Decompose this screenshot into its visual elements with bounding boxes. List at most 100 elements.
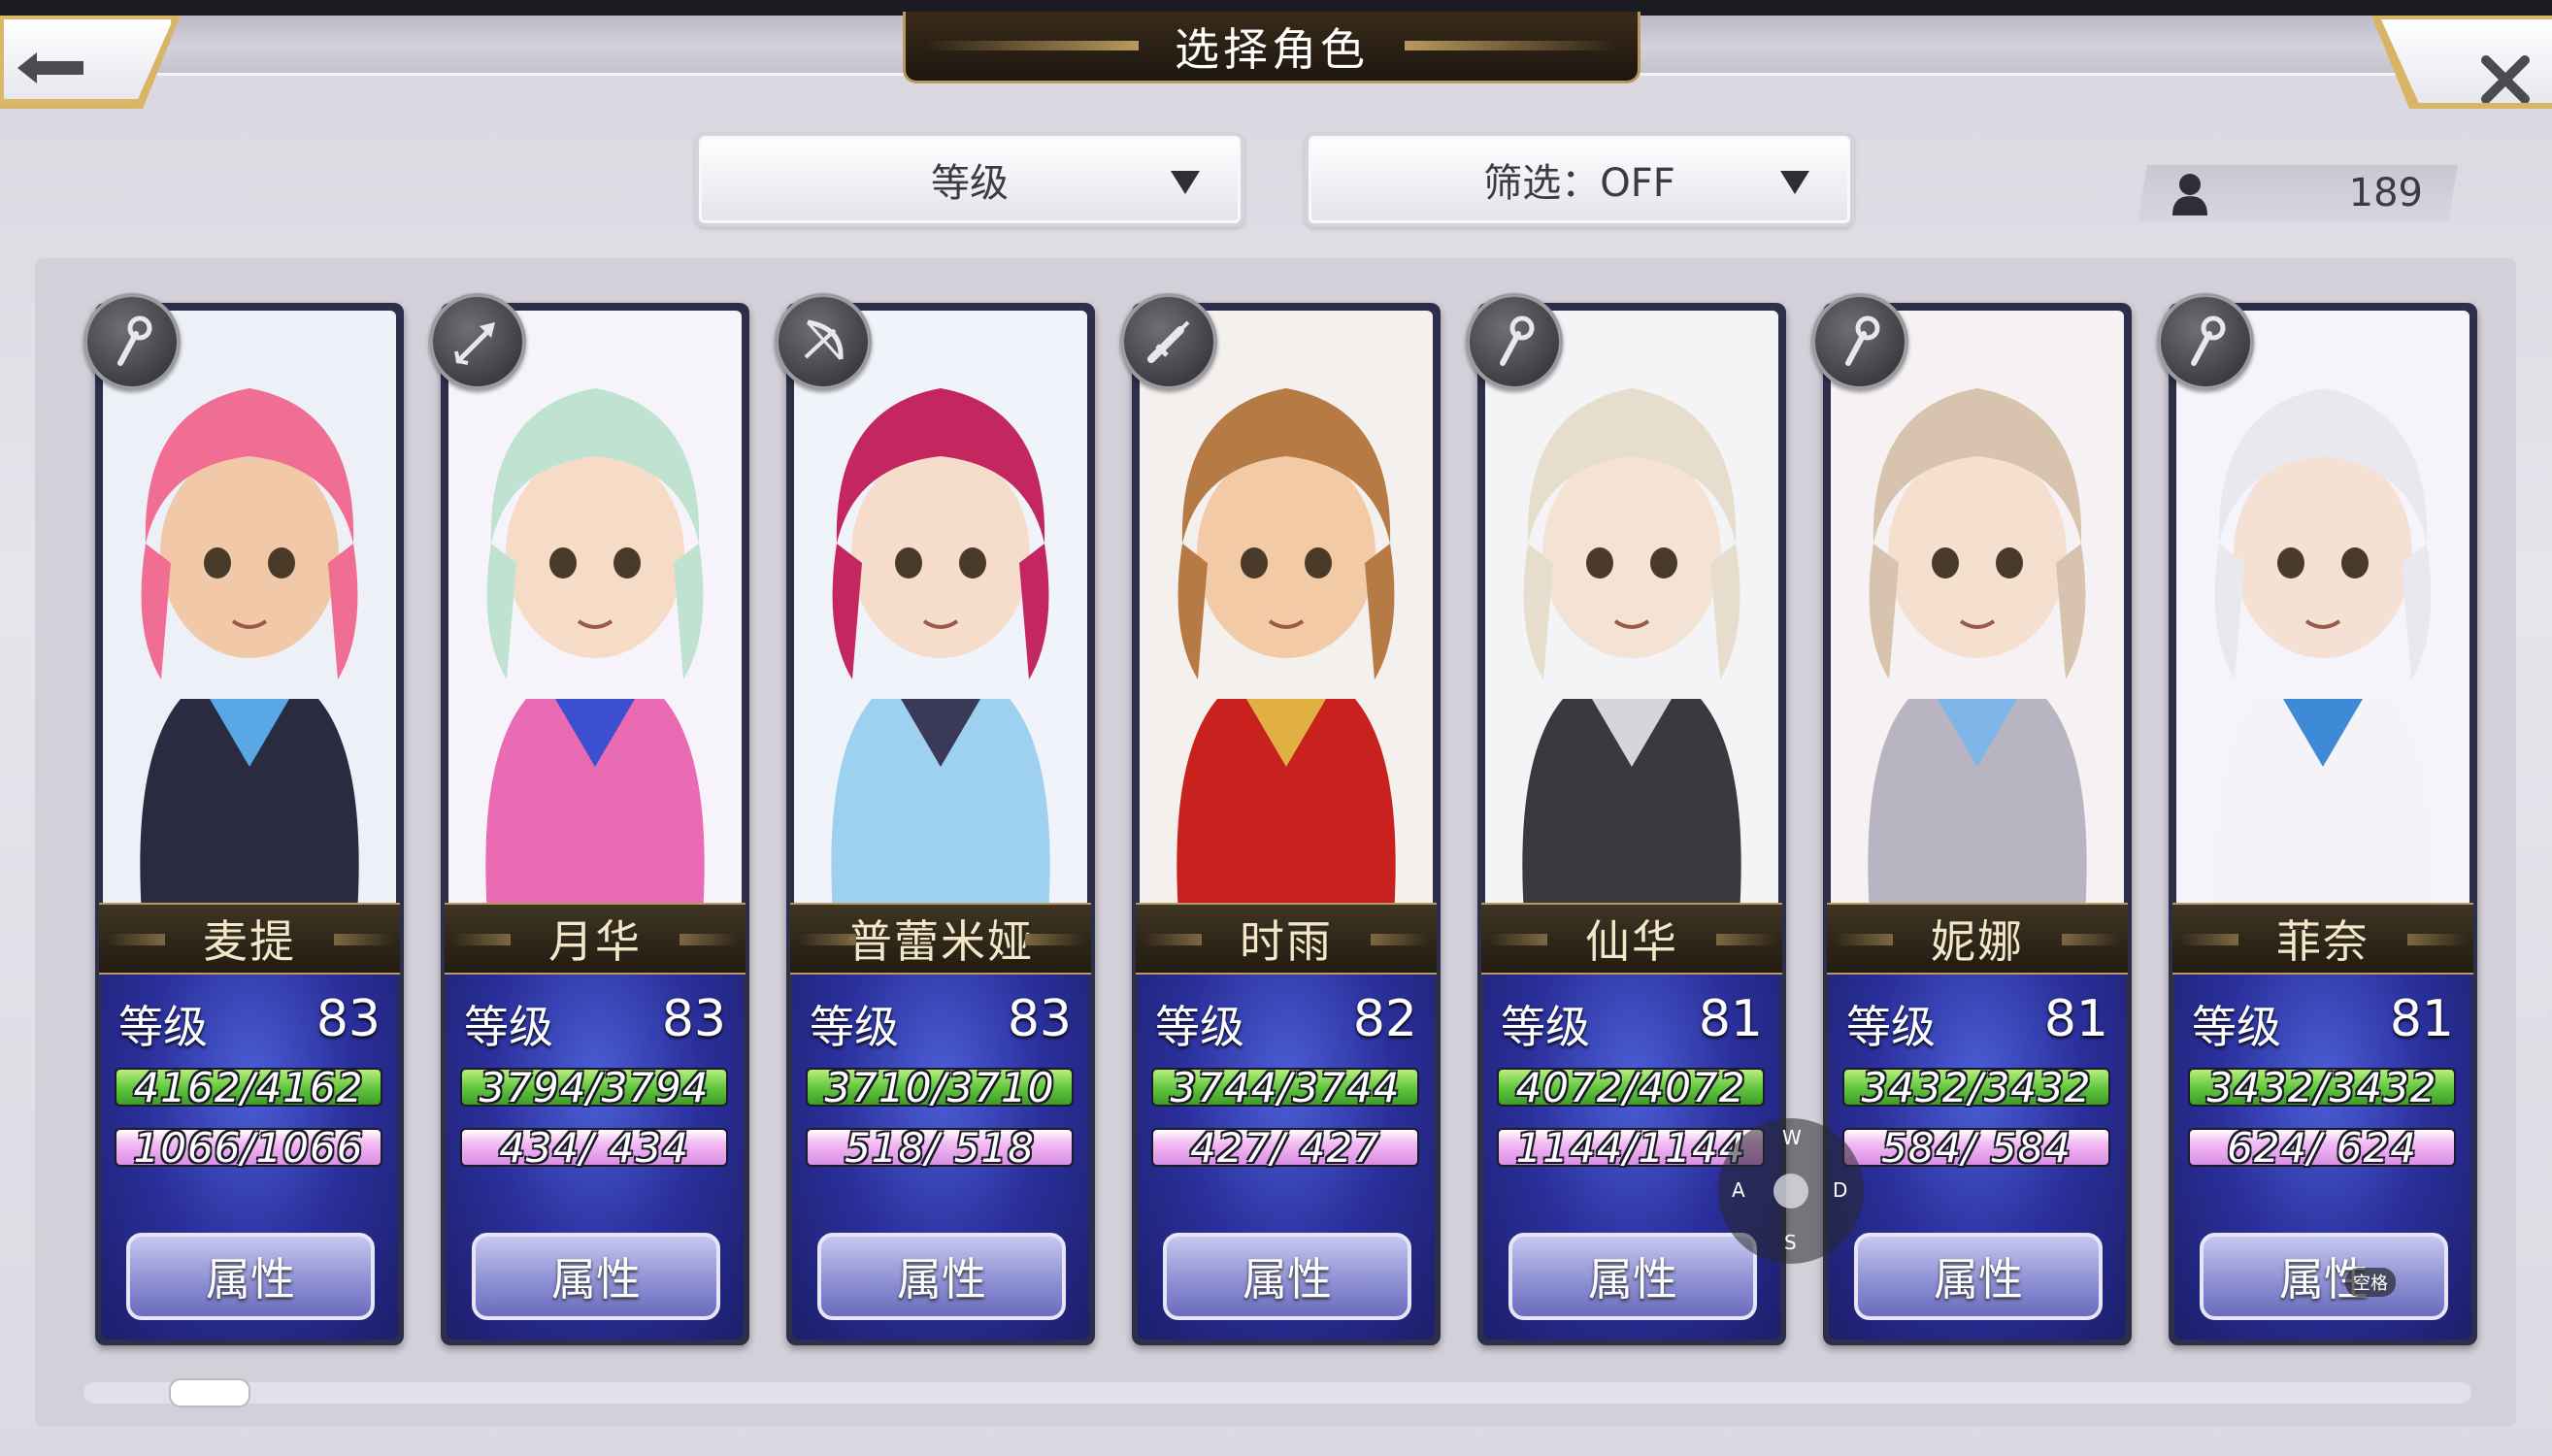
class-badge bbox=[1811, 293, 1908, 390]
chevron-down-icon bbox=[1780, 171, 1809, 194]
title-ornament-right bbox=[1405, 41, 1618, 50]
horizontal-scrollbar-thumb[interactable] bbox=[169, 1378, 250, 1407]
attributes-button-label: 属性 bbox=[206, 1253, 295, 1306]
character-name-bar: 仙华 bbox=[1481, 903, 1782, 975]
character-portrait bbox=[103, 311, 396, 914]
character-portrait bbox=[1485, 311, 1778, 914]
mp-value: 518/ 518 bbox=[845, 1124, 1035, 1172]
staff-icon bbox=[117, 315, 152, 366]
back-arrow-icon bbox=[17, 52, 83, 83]
arrow-icon bbox=[454, 322, 495, 365]
character-name: 月华 bbox=[548, 915, 642, 968]
sort-dropdown-label: 等级 bbox=[931, 161, 1009, 206]
level-value: 81 bbox=[1698, 990, 1763, 1048]
bow-icon bbox=[804, 319, 844, 361]
class-badge bbox=[1466, 293, 1563, 390]
character-name: 仙华 bbox=[1585, 915, 1678, 968]
character-card[interactable]: 普蕾米娅 等级 83 3710/3710 518/ 518 属性 bbox=[775, 293, 1095, 1345]
key-a: A bbox=[1732, 1178, 1745, 1202]
level-label: 等级 bbox=[464, 1001, 553, 1053]
hp-value: 3794/3794 bbox=[479, 1064, 710, 1111]
character-card[interactable]: 时雨 等级 82 3744/3744 427/ 427 属性 bbox=[1120, 293, 1441, 1345]
mp-bar: 1066/1066 bbox=[115, 1124, 382, 1172]
close-icon bbox=[2481, 55, 2530, 103]
mp-bar: 518/ 518 bbox=[806, 1124, 1074, 1172]
class-badge bbox=[83, 293, 181, 390]
hp-bar: 3432/3432 bbox=[1842, 1064, 2110, 1111]
character-portrait-image bbox=[103, 311, 396, 914]
character-name: 妮娜 bbox=[1931, 915, 2024, 968]
character-card[interactable]: 麦提 等级 83 4162/4162 1066/1066 属性 bbox=[83, 293, 404, 1345]
joystick-knob[interactable] bbox=[1773, 1174, 1808, 1208]
character-stats: 等级 83 3794/3794 434/ 434 属性 bbox=[447, 975, 744, 1340]
attributes-button[interactable]: 属性 bbox=[1854, 1233, 2103, 1320]
page-title: 选择角色 bbox=[1175, 22, 1369, 76]
character-portrait bbox=[794, 311, 1087, 914]
character-portrait-image bbox=[2176, 311, 2469, 914]
character-count-badge: 189 bbox=[2138, 165, 2458, 221]
character-card[interactable]: 月华 等级 83 3794/3794 434/ 434 属性 bbox=[429, 293, 749, 1345]
mp-value: 624/ 624 bbox=[2227, 1124, 2417, 1172]
attributes-button[interactable]: 属性 bbox=[472, 1233, 720, 1320]
attributes-button-label: 属性 bbox=[1934, 1253, 2023, 1306]
character-name: 麦提 bbox=[203, 915, 296, 968]
class-badge bbox=[1120, 293, 1217, 390]
character-name-bar: 普蕾米娅 bbox=[790, 903, 1091, 975]
class-badge bbox=[429, 293, 526, 390]
key-w: W bbox=[1782, 1126, 1802, 1149]
level-label: 等级 bbox=[1846, 1001, 1936, 1053]
hp-value: 3710/3710 bbox=[824, 1064, 1055, 1111]
level-label: 等级 bbox=[810, 1001, 899, 1053]
level-value: 81 bbox=[2043, 990, 2108, 1048]
sword-icon bbox=[1147, 320, 1190, 363]
character-name-bar: 妮娜 bbox=[1827, 903, 2128, 975]
mp-value: 434/ 434 bbox=[499, 1124, 689, 1172]
sort-dropdown[interactable]: 等级 bbox=[695, 132, 1244, 227]
hp-bar: 4162/4162 bbox=[115, 1064, 382, 1111]
filter-dropdown[interactable]: 筛选：OFF bbox=[1305, 132, 1854, 227]
level-label: 等级 bbox=[2192, 1001, 2281, 1053]
character-stats: 等级 81 3432/3432 584/ 584 属性 bbox=[1829, 975, 2126, 1340]
class-badge bbox=[775, 293, 872, 390]
level-label: 等级 bbox=[118, 1001, 208, 1053]
attributes-button[interactable]: 属性 bbox=[1508, 1233, 1757, 1320]
staff-icon bbox=[2191, 315, 2226, 366]
attributes-button[interactable]: 属性 bbox=[2200, 1233, 2448, 1320]
page-title-plate: 选择角色 bbox=[903, 12, 1641, 83]
character-name-bar: 麦提 bbox=[99, 903, 400, 975]
chevron-down-icon bbox=[1171, 171, 1200, 194]
character-card[interactable]: 妮娜 等级 81 3432/3432 584/ 584 属性 bbox=[1811, 293, 2132, 1345]
character-name: 普蕾米娅 bbox=[847, 915, 1034, 968]
character-portrait bbox=[448, 311, 742, 914]
level-value: 83 bbox=[315, 990, 381, 1048]
hp-bar: 3432/3432 bbox=[2188, 1064, 2456, 1111]
mp-value: 1066/1066 bbox=[133, 1124, 364, 1172]
character-card[interactable]: 菲奈 等级 81 3432/3432 624/ 624 属性 bbox=[2157, 293, 2477, 1345]
hp-value: 4162/4162 bbox=[133, 1064, 364, 1111]
character-count: 189 bbox=[2348, 171, 2423, 215]
character-name: 菲奈 bbox=[2276, 915, 2370, 968]
character-name-bar: 菲奈 bbox=[2172, 903, 2473, 975]
wasd-overlay[interactable]: W A D S bbox=[1718, 1118, 1864, 1264]
hp-bar: 3794/3794 bbox=[460, 1064, 728, 1111]
attributes-button[interactable]: 属性 bbox=[817, 1233, 1066, 1320]
key-d: D bbox=[1833, 1178, 1848, 1202]
character-stats: 等级 82 3744/3744 427/ 427 属性 bbox=[1138, 975, 1435, 1340]
attributes-button[interactable]: 属性 bbox=[1163, 1233, 1411, 1320]
attributes-button[interactable]: 属性 bbox=[126, 1233, 375, 1320]
mp-bar: 427/ 427 bbox=[1151, 1124, 1419, 1172]
character-name-bar: 月华 bbox=[445, 903, 746, 975]
mp-bar: 584/ 584 bbox=[1842, 1124, 2110, 1172]
horizontal-scrollbar-track[interactable] bbox=[83, 1382, 2471, 1404]
character-portrait-image bbox=[1831, 311, 2124, 914]
hp-bar: 3710/3710 bbox=[806, 1064, 1074, 1111]
space-key-overlay[interactable]: 空格 bbox=[2345, 1268, 2396, 1297]
person-icon bbox=[2172, 174, 2207, 215]
character-stats: 等级 83 4162/4162 1066/1066 属性 bbox=[101, 975, 398, 1340]
hp-value: 3744/3744 bbox=[1170, 1064, 1401, 1111]
character-portrait bbox=[1140, 311, 1433, 914]
character-portrait bbox=[2176, 311, 2469, 914]
level-label: 等级 bbox=[1155, 1001, 1244, 1053]
hp-bar: 3744/3744 bbox=[1151, 1064, 1419, 1111]
level-value: 81 bbox=[2389, 990, 2454, 1048]
